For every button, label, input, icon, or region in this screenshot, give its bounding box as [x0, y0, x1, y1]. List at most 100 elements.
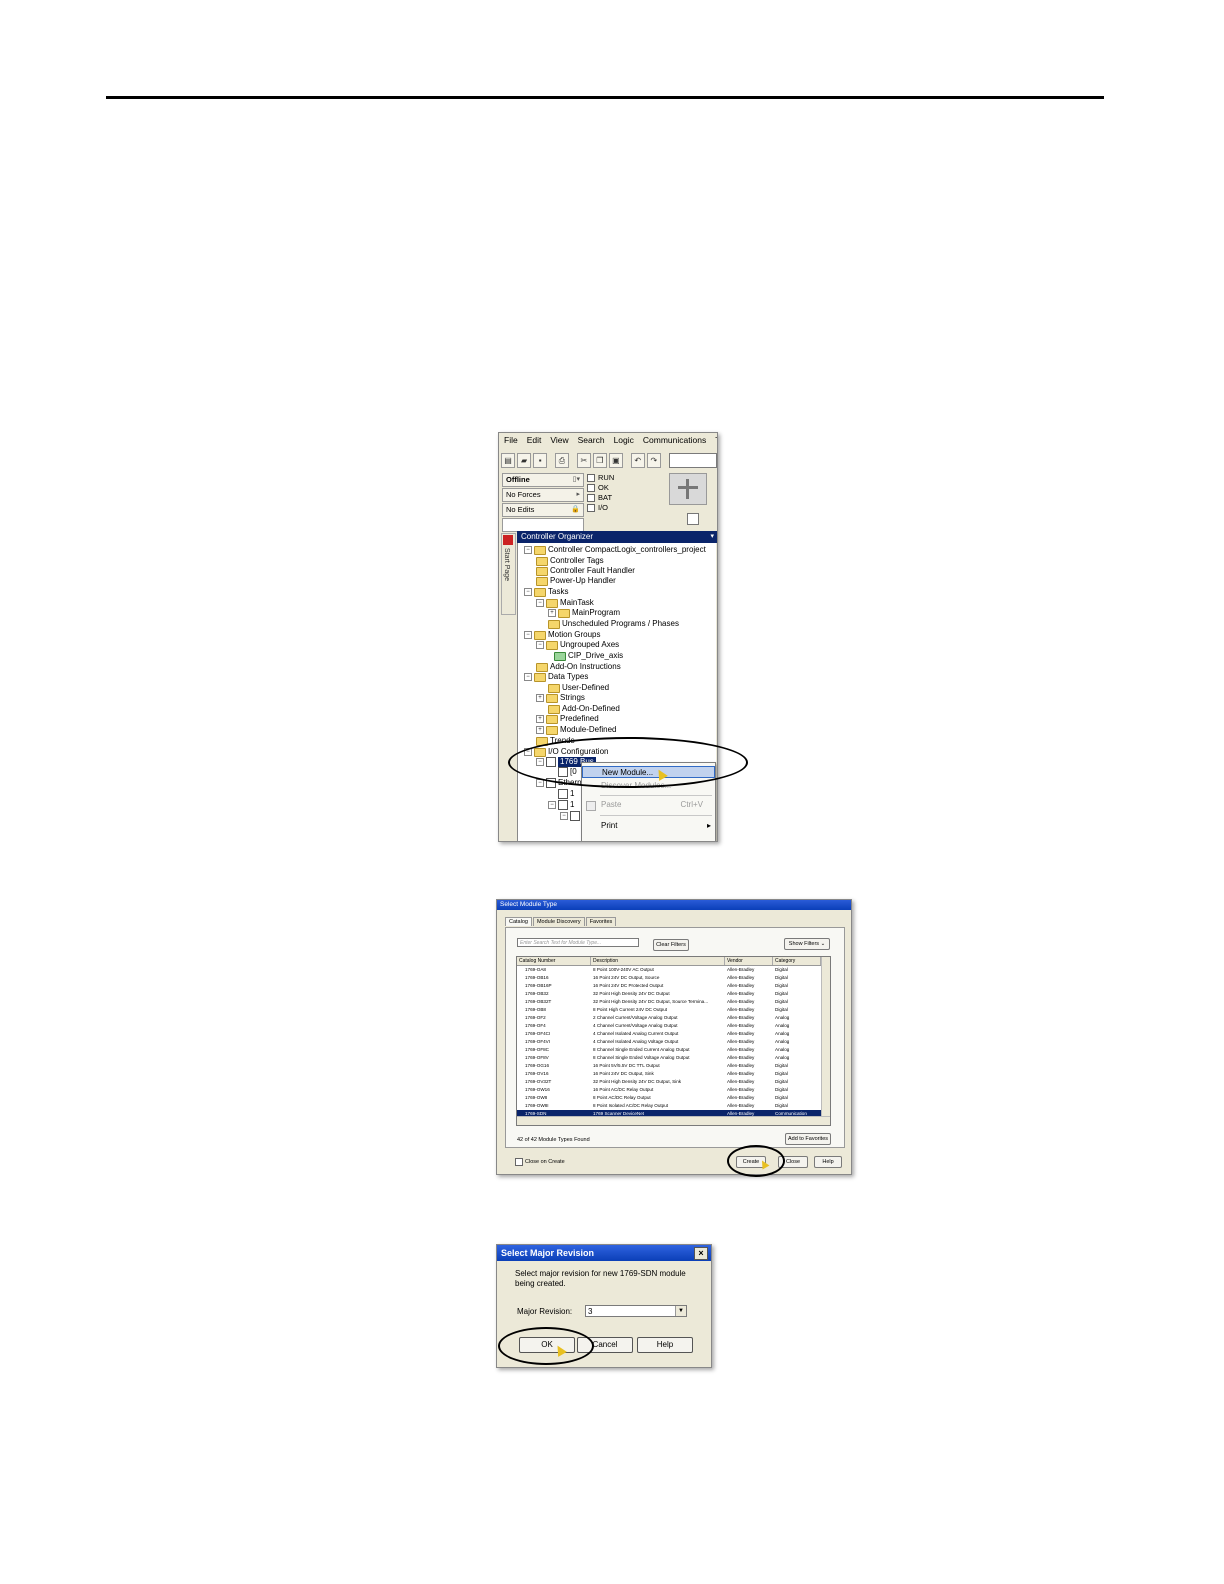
table-row[interactable]: 1769-OV16 16 Point 24V DC Output, Sink All… [517, 1070, 821, 1078]
tab-catalog[interactable]: Catalog [505, 917, 532, 926]
undo-icon[interactable]: ↶ [630, 452, 645, 468]
add-to-favorites-button[interactable]: Add to Favorites [785, 1133, 831, 1145]
clear-filters-button[interactable]: Clear Filters [653, 939, 689, 951]
col-description[interactable]: Description [591, 957, 725, 965]
table-row[interactable]: 1769-OW16 16 Point AC/DC Relay Output Alle… [517, 1086, 821, 1094]
tab-favorites[interactable]: Favorites [585, 917, 617, 926]
cell-catalog-number: 1769-OV16 [525, 1071, 549, 1076]
vertical-scrollbar[interactable] [821, 957, 830, 1117]
col-category[interactable]: Category [773, 957, 821, 965]
table-row[interactable]: 1769-OF4 4 Channel Current/Voltage Analog… [517, 1022, 821, 1030]
tree-ungrouped-axes[interactable]: − Ungrouped Axes [536, 640, 619, 650]
help-button[interactable]: Help [814, 1156, 842, 1168]
open-folder-icon[interactable]: ▰ [517, 452, 532, 468]
cell-catalog-number: 1769-OF2 [525, 1015, 546, 1020]
tab-module-discovery[interactable]: Module Discovery [532, 917, 585, 926]
cell-description: 8 Channel Single Ended Voltage Analog Ou… [593, 1055, 690, 1060]
menu-file[interactable]: File [499, 433, 522, 447]
show-filters-button[interactable]: Show Filters ⌄ [784, 938, 830, 950]
close-icon[interactable]: × [694, 1247, 708, 1260]
table-row[interactable]: 1769-OF4VI 4 Channel Isolated Analog Volt… [517, 1038, 821, 1046]
new-file-icon[interactable]: ▤ [501, 452, 516, 468]
tree-strings[interactable]: + Strings [536, 693, 585, 703]
paste-icon[interactable]: ▣ [608, 452, 623, 468]
tree-user-defined[interactable]: User-Defined [548, 683, 609, 693]
start-page-tab[interactable]: Start Page [501, 533, 516, 615]
close-on-create-checkbox[interactable]: Close on Create [515, 1158, 565, 1166]
cell-category: Digital [775, 1007, 788, 1012]
tree-main-task[interactable]: − MainTask [536, 598, 594, 608]
cell-category: Analog [775, 1015, 790, 1020]
menu-logic[interactable]: Logic [609, 433, 638, 447]
tree-powerup-handler[interactable]: Power-Up Handler [536, 576, 616, 586]
table-row[interactable]: 1769-OF2 2 Channel Current/Voltage Analog… [517, 1014, 821, 1022]
menu-search[interactable]: Search [573, 433, 609, 447]
table-row[interactable]: 1769-OA8 8 Point 100V-240V AC Output Allen… [517, 966, 821, 974]
save-icon[interactable]: ▪ [533, 452, 548, 468]
tree-main-program[interactable]: + MainProgram [548, 608, 620, 618]
major-revision-select[interactable]: 3 ▼ [585, 1305, 687, 1317]
col-catalog-number[interactable]: Catalog Number [517, 957, 591, 965]
pin-icon[interactable]: ▾ [710, 531, 714, 543]
menu-separator [600, 795, 712, 796]
cell-vendor: Allen-Bradley [727, 1023, 755, 1028]
table-row[interactable]: 1769-OV32T 32 Point High Density 24V DC O… [517, 1078, 821, 1086]
horizontal-scrollbar[interactable] [517, 1116, 830, 1125]
tree-tasks[interactable]: − Tasks [524, 587, 568, 597]
menu-view[interactable]: View [545, 433, 572, 447]
menu-communications[interactable]: Communications [638, 433, 710, 447]
tree-ethernet-child-a[interactable]: 1 [558, 789, 574, 799]
tree-controller-tags[interactable]: Controller Tags [536, 556, 604, 566]
dropdown-icon: ▯▾ [572, 476, 580, 483]
table-row[interactable]: 1769-OB32T 32 Point High Density 24V DC O… [517, 998, 821, 1006]
tree-unscheduled[interactable]: Unscheduled Programs / Phases [548, 619, 679, 629]
redo-icon[interactable]: ↷ [646, 452, 661, 468]
table-row[interactable]: 1769-OW8 8 Point AC/DC Relay Output Allen-… [517, 1094, 821, 1102]
table-row[interactable]: 1769-OW8I 8 Point Isolated AC/DC Relay Ou… [517, 1102, 821, 1110]
menu-tools[interactable]: Te [710, 433, 717, 447]
tree-motion-groups[interactable]: − Motion Groups [524, 630, 600, 640]
menu-edit[interactable]: Edit [522, 433, 546, 447]
tree-data-types[interactable]: − Data Types [524, 672, 588, 682]
tree-module-defined[interactable]: + Module-Defined [536, 725, 616, 735]
print-icon[interactable]: ⎙ [554, 452, 570, 468]
lock-icon: 🔒 [571, 506, 580, 513]
table-row[interactable]: 1769-OF4CI 4 Channel Isolated Analog Curr… [517, 1030, 821, 1038]
col-vendor[interactable]: Vendor [725, 957, 773, 965]
menu-print[interactable]: Print ▸ [582, 820, 715, 832]
table-row[interactable]: 1769-OB32 32 Point High Density 24V DC Ou… [517, 990, 821, 998]
path-field[interactable] [502, 518, 584, 532]
task-icon [546, 598, 558, 608]
toolbar-combo-input[interactable] [668, 452, 717, 468]
mode-status[interactable]: Offline ▯▾ [502, 473, 584, 487]
cell-description: 16 Point AC/DC Relay Output [593, 1087, 654, 1092]
tree-cip-drive[interactable]: CIP_Drive_axis [554, 651, 623, 661]
tree-predefined[interactable]: + Predefined [536, 714, 599, 724]
tree-add-on-defined[interactable]: Add-On-Defined [548, 704, 620, 714]
help-button[interactable]: Help [637, 1337, 693, 1353]
cut-icon[interactable]: ✂ [576, 452, 591, 468]
tree-controller[interactable]: − Controller CompactLogix_controllers_pro… [524, 545, 706, 555]
menu-paste[interactable]: Paste Ctrl+V [582, 799, 715, 811]
table-row[interactable]: 1769-OB8 8 Point High Current 24V DC Outp… [517, 1006, 821, 1014]
edits-status[interactable]: No Edits 🔒 [502, 503, 584, 517]
folder-icon [534, 545, 546, 555]
cell-category: Digital [775, 999, 788, 1004]
start-page-icon [503, 535, 513, 545]
tree-ethernet-child-b[interactable]: −1 [548, 800, 574, 810]
table-row[interactable]: 1769-OF8V 8 Channel Single Ended Voltage … [517, 1054, 821, 1062]
organizer-title: Controller Organizer ▾ [517, 531, 717, 543]
search-input[interactable]: Enter Search Text for Module Type... [517, 938, 639, 947]
copy-icon[interactable]: ❐ [592, 452, 607, 468]
table-row[interactable]: 1769-OB16 16 Point 24V DC Output, Source A… [517, 974, 821, 982]
tree-add-on-instructions[interactable]: Add-On Instructions [536, 662, 621, 672]
cell-description: 4 Channel Isolated Analog Current Output [593, 1031, 679, 1036]
table-row[interactable]: 1769-OB16P 16 Point 24V DC Protected Outp… [517, 982, 821, 990]
chevron-down-icon[interactable]: ▼ [675, 1306, 686, 1316]
tags-icon [536, 556, 548, 566]
tree-fault-handler[interactable]: Controller Fault Handler [536, 566, 635, 576]
forces-status[interactable]: No Forces ▸ [502, 488, 584, 502]
table-row[interactable]: 1769-OF8C 8 Channel Single Ended Current … [517, 1046, 821, 1054]
tree-ethernet-child-c[interactable]: − [560, 811, 580, 821]
table-row[interactable]: 1769-OG16 16 Point 5V/5.5V DC TTL Output A… [517, 1062, 821, 1070]
